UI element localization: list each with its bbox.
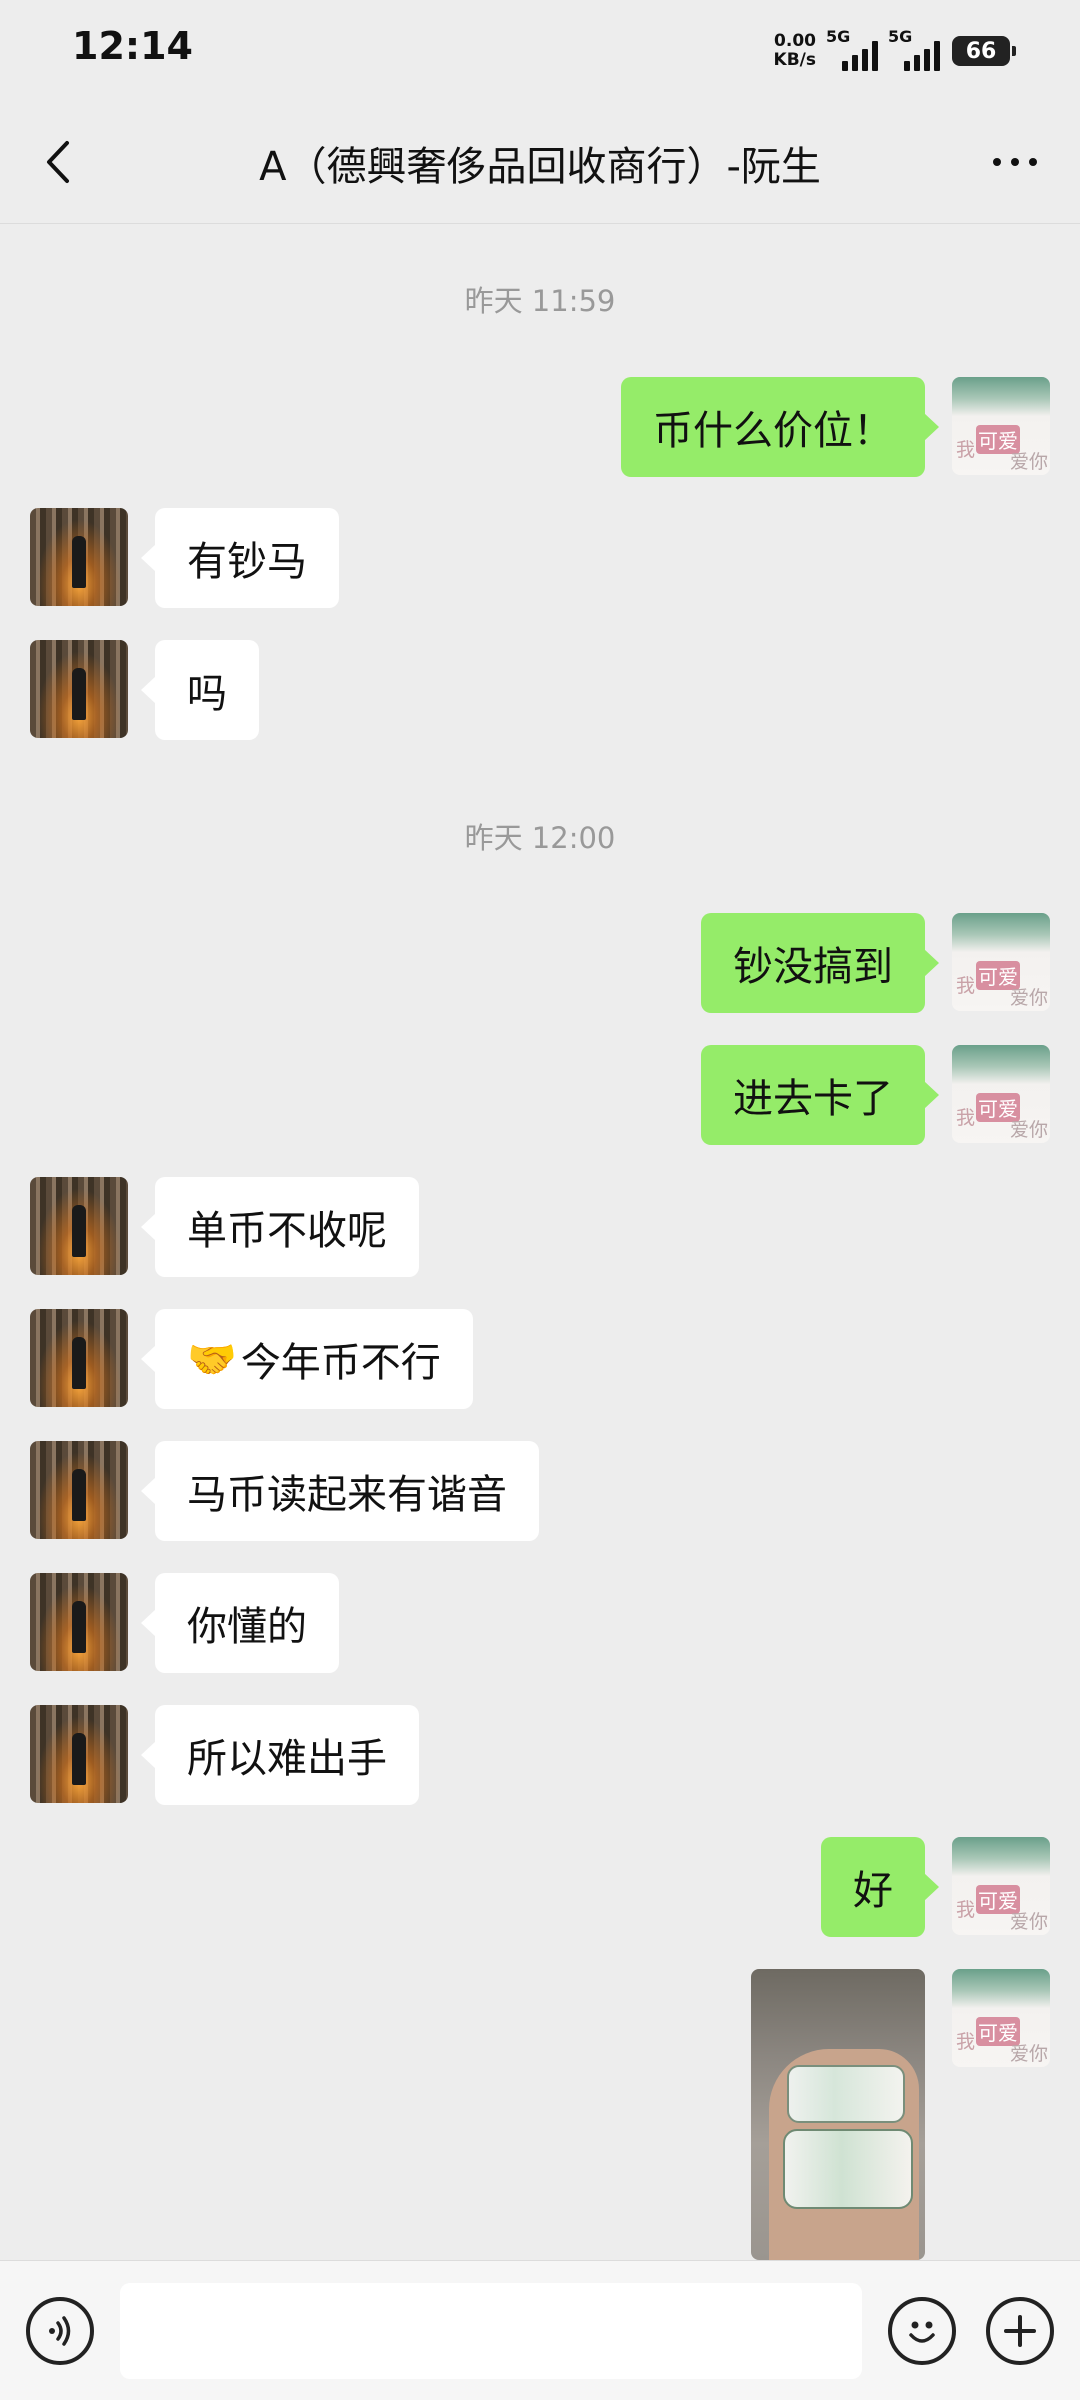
- avatar-contact[interactable]: [30, 1573, 128, 1671]
- avatar-self[interactable]: 我 可爱 爱你: [952, 1045, 1050, 1143]
- message-bubble-self[interactable]: 进去卡了: [701, 1045, 939, 1145]
- avatar-contact[interactable]: [30, 1441, 128, 1539]
- status-indicators: 0.00 KB/s 5G 5G 66: [774, 26, 1016, 76]
- signal-icon: 5G: [888, 27, 940, 71]
- avatar-self[interactable]: 我 可爱 爱你: [952, 1837, 1050, 1935]
- avatar-self[interactable]: 我 可爱 爱你: [952, 913, 1050, 1011]
- plus-icon: [1004, 2315, 1036, 2347]
- more-button[interactable]: [980, 132, 1050, 192]
- more-dots-icon: [1029, 158, 1037, 166]
- emoji-button[interactable]: [888, 2297, 956, 2365]
- avatar-contact[interactable]: [30, 1309, 128, 1407]
- message-timestamp: 昨天 12:00: [464, 821, 616, 855]
- avatar-contact[interactable]: [30, 640, 128, 738]
- avatar-contact[interactable]: [30, 1705, 128, 1803]
- battery-icon: 66: [952, 36, 1016, 66]
- avatar-contact[interactable]: [30, 508, 128, 606]
- handshake-emoji: 🤝: [187, 1336, 237, 1383]
- status-time: 12:14: [72, 24, 193, 68]
- emoji-icon: [909, 2321, 935, 2343]
- message-bubble-self[interactable]: 币什么价位！: [621, 377, 939, 477]
- message-input-bar: [0, 2260, 1080, 2400]
- message-bubble-contact[interactable]: 有钞马: [141, 508, 339, 608]
- message-bubble-contact[interactable]: 马币读起来有谐音: [141, 1441, 539, 1541]
- chat-title: A（德興奢侈品回收商行）-阮生: [259, 144, 821, 190]
- image-message[interactable]: [751, 1969, 925, 2260]
- message-input[interactable]: [120, 2283, 862, 2379]
- signal-label: 5G: [826, 27, 851, 46]
- more-dots-icon: [1011, 158, 1019, 166]
- back-button[interactable]: [28, 132, 88, 192]
- message-bubble-contact[interactable]: 🤝 今年币不行: [141, 1309, 473, 1409]
- avatar-contact[interactable]: [30, 1177, 128, 1275]
- chat-header: A（德興奢侈品回收商行）-阮生: [0, 100, 1080, 224]
- message-bubble-self[interactable]: 好: [821, 1837, 939, 1937]
- back-arrow-icon: [47, 141, 69, 183]
- message-text: 今年币不行: [240, 1340, 441, 1386]
- network-speed: 0.00 KB/s: [774, 32, 816, 70]
- status-bar: 12:14 0.00 KB/s 5G 5G 66: [0, 0, 1080, 100]
- message-bubble-self[interactable]: 钞没搞到: [701, 913, 939, 1013]
- avatar-self[interactable]: 我 可爱 爱你: [952, 377, 1050, 475]
- message-bubble-contact[interactable]: 吗: [141, 640, 259, 740]
- more-dots-icon: [993, 158, 1001, 166]
- signal-icon: 5G: [826, 27, 878, 71]
- voice-button[interactable]: [26, 2297, 94, 2365]
- network-speed-value: 0.00: [774, 31, 816, 51]
- message-bubble-contact[interactable]: 所以难出手: [141, 1705, 419, 1805]
- avatar-self[interactable]: 我 可爱 爱你: [952, 1969, 1050, 2067]
- signal-label: 5G: [888, 27, 913, 46]
- voice-icon: [49, 2316, 71, 2346]
- message-timestamp: 昨天 11:59: [464, 284, 616, 318]
- message-bubble-contact[interactable]: 单币不收呢: [141, 1177, 419, 1277]
- network-speed-unit: KB/s: [773, 50, 816, 70]
- plus-button[interactable]: [986, 2297, 1054, 2365]
- message-bubble-contact[interactable]: 你懂的: [141, 1573, 339, 1673]
